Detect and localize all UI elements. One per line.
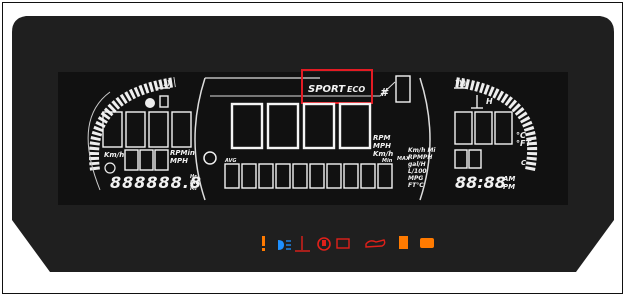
screenshot-border	[2, 2, 623, 294]
